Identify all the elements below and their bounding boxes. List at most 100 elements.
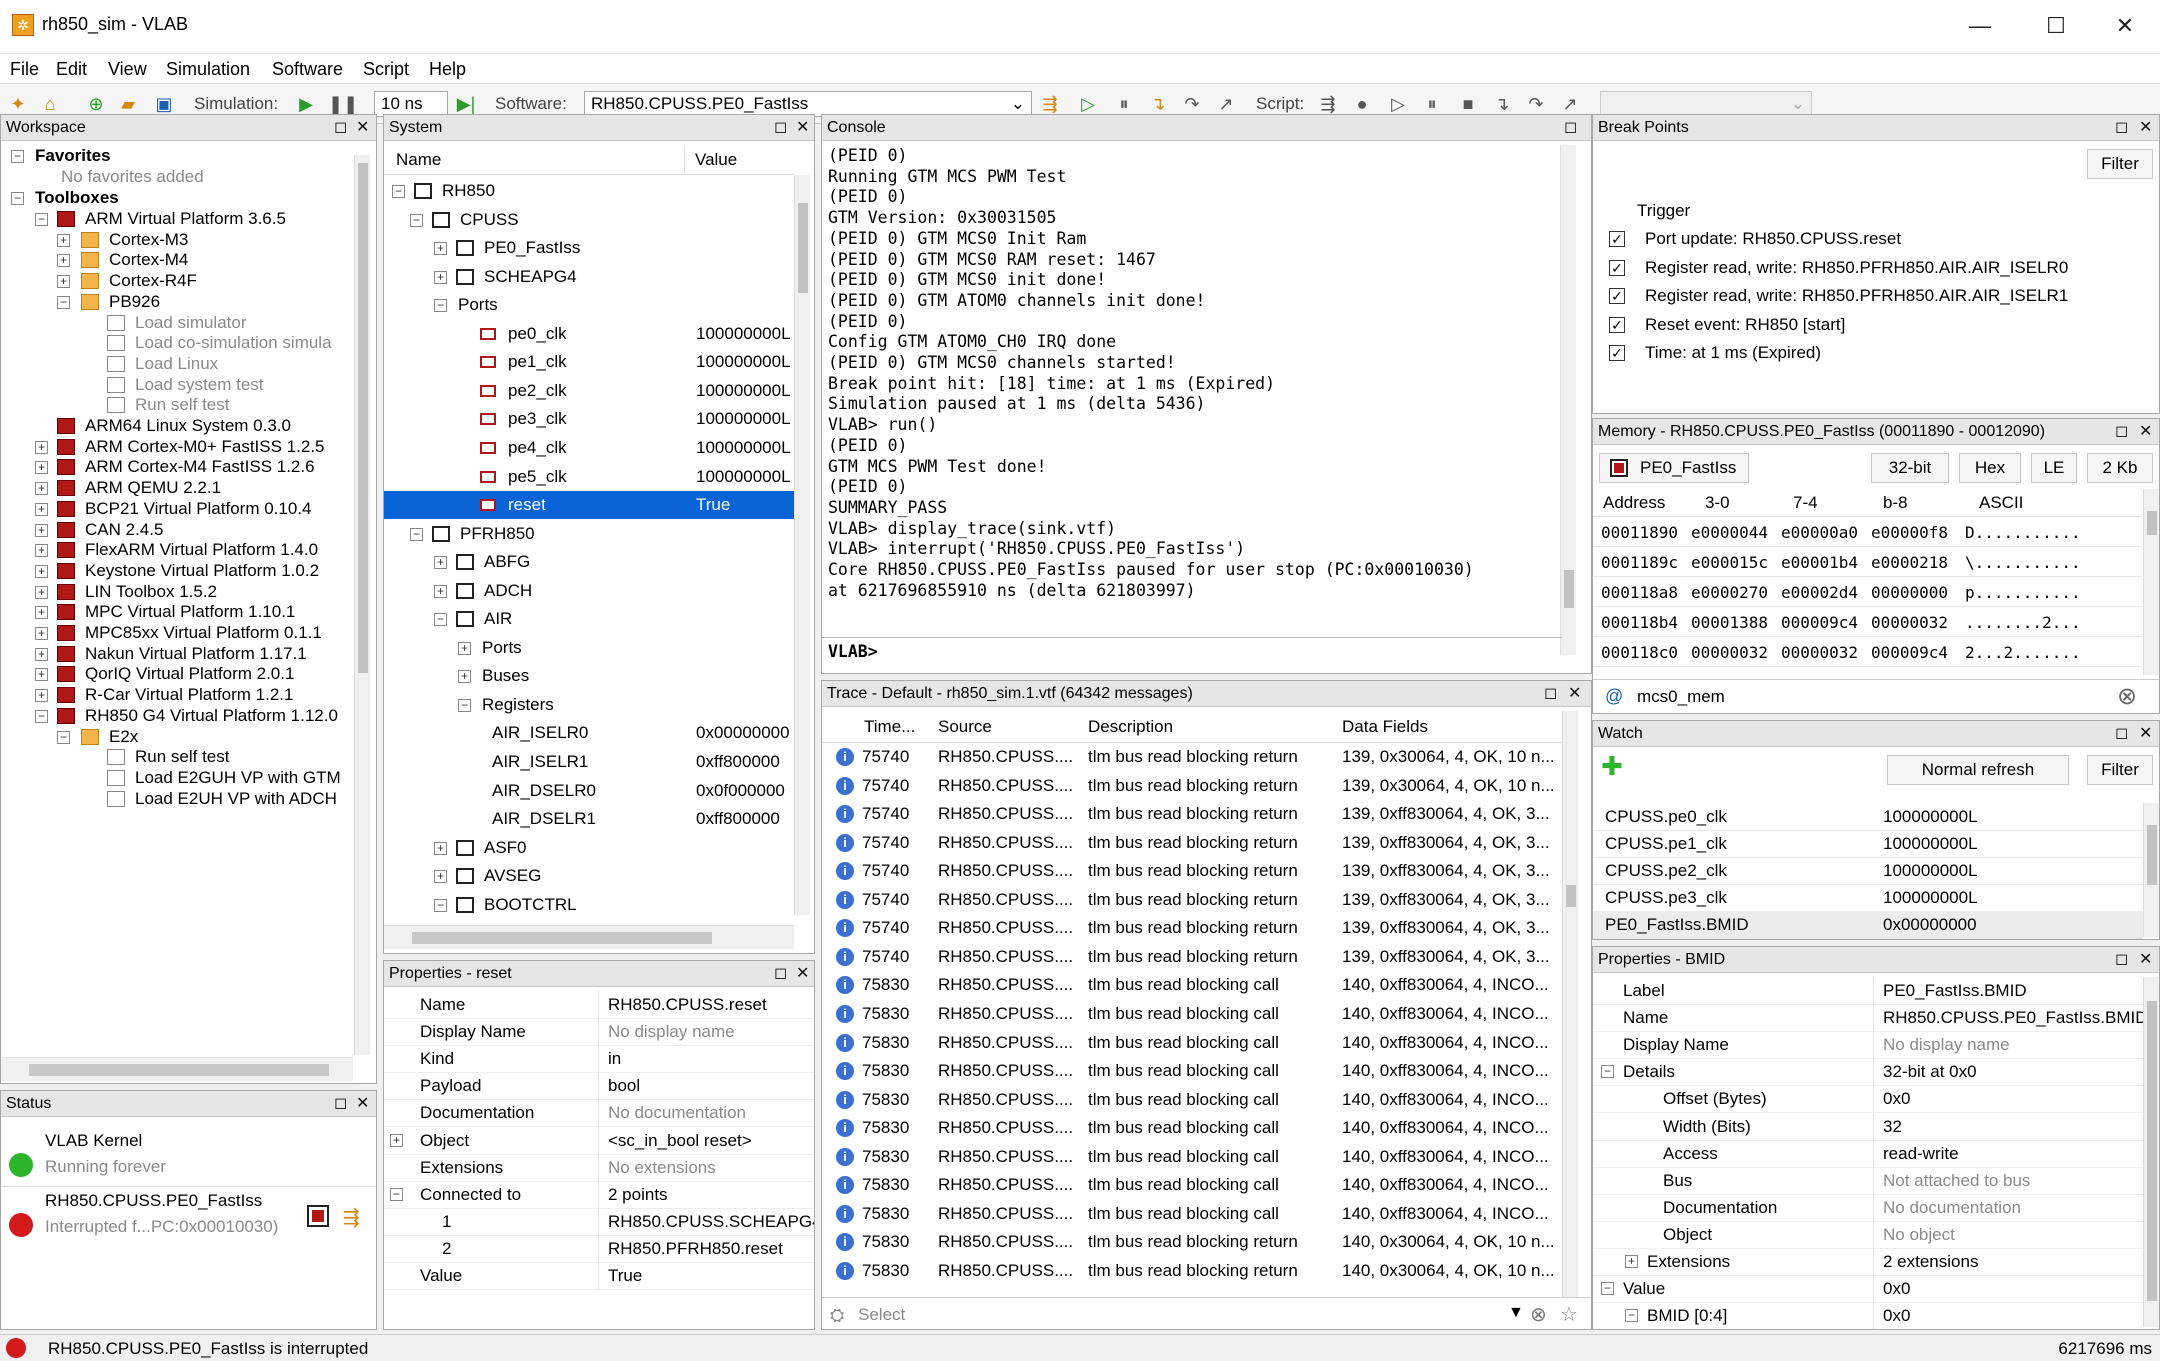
expand-toggle-icon[interactable]: + [434, 870, 447, 884]
expand-toggle-icon[interactable]: + [35, 461, 48, 475]
star-icon[interactable]: ☆ [1560, 1302, 1578, 1327]
restore-icon[interactable]: ◻ [1544, 681, 1557, 707]
breakpoint-checkbox[interactable]: ✓ [1609, 345, 1625, 361]
system-row-17[interactable]: + Buses [384, 662, 794, 690]
breakpoint-checkbox[interactable]: ✓ [1609, 231, 1625, 247]
memory-width-button[interactable]: 32-bit [1871, 453, 1949, 483]
expand-toggle-icon[interactable]: + [35, 647, 48, 661]
memory-cell[interactable]: e0000044 [1691, 519, 1768, 546]
memory-search-input[interactable]: mcs0_mem [1637, 687, 1725, 707]
expand-toggle-icon[interactable]: + [434, 584, 447, 598]
menu-help[interactable]: Help [429, 59, 466, 80]
close-icon[interactable]: ✕ [2139, 115, 2152, 141]
pause-software-icon[interactable]: ⏸ [1112, 92, 1136, 116]
expand-toggle-icon[interactable]: − [434, 299, 447, 313]
restore-icon[interactable]: ◻ [2115, 947, 2128, 973]
expand-toggle-icon[interactable]: − [434, 898, 447, 912]
system-row-7[interactable]: pe2_clk 100000000L [384, 377, 794, 405]
expand-toggle-icon[interactable]: + [35, 544, 48, 558]
open-workspace-icon[interactable]: ⌂ [38, 92, 62, 116]
expand-toggle-icon[interactable]: − [1601, 1065, 1614, 1079]
expand-toggle-icon[interactable]: − [11, 192, 24, 205]
expand-toggle-icon[interactable]: + [458, 670, 471, 684]
expand-toggle-icon[interactable]: + [35, 606, 48, 620]
expand-toggle-icon[interactable]: + [57, 233, 70, 247]
trace-row[interactable]: i 75830 RH850.CPUSS.... tlm bus read blocki… [822, 1257, 1562, 1285]
system-row-4[interactable]: − Ports [384, 291, 794, 319]
memory-cell[interactable]: 00000032 [1691, 639, 1768, 666]
expand-toggle-icon[interactable]: + [35, 523, 48, 537]
clear-icon[interactable]: ⊗ [1530, 1302, 1547, 1327]
col-source[interactable]: Source [938, 717, 992, 737]
pause-simulation-icon[interactable]: ❚❚ [328, 92, 358, 116]
expand-toggle-icon[interactable]: + [434, 556, 447, 570]
trace-row[interactable]: i 75830 RH850.CPUSS.... tlm bus read blocki… [822, 1057, 1562, 1085]
restore-icon[interactable]: ◻ [2115, 721, 2128, 747]
expand-toggle-icon[interactable]: + [35, 440, 48, 454]
system-row-12[interactable]: − PFRH850 [384, 520, 794, 548]
run-script-icon[interactable]: ● [1350, 92, 1374, 116]
system-row-18[interactable]: − Registers [384, 691, 794, 719]
system-row-24[interactable]: + AVSEG [384, 862, 794, 890]
col-name[interactable]: Name [396, 150, 441, 170]
system-row-6[interactable]: pe1_clk 100000000L [384, 348, 794, 376]
trace-scrollbar[interactable] [1562, 711, 1578, 1297]
close-icon[interactable]: ✕ [2139, 947, 2152, 973]
system-row-1[interactable]: − CPUSS [384, 206, 794, 234]
close-icon[interactable]: ✕ [1568, 681, 1581, 707]
load-software-icon[interactable]: ⇶ [1038, 92, 1062, 116]
restore-icon[interactable]: ◻ [334, 1091, 347, 1117]
expand-toggle-icon[interactable]: − [392, 185, 405, 198]
expand-toggle-icon[interactable]: − [1625, 1309, 1638, 1323]
menu-edit[interactable]: Edit [56, 59, 87, 80]
memory-cell[interactable]: 00000032 [1871, 609, 1948, 636]
trace-row[interactable]: i 75830 RH850.CPUSS.... tlm bus read blocki… [822, 1228, 1562, 1256]
watch-scrollbar[interactable] [2143, 803, 2159, 937]
system-row-8[interactable]: pe3_clk 100000000L [384, 405, 794, 433]
expand-toggle-icon[interactable]: + [434, 242, 447, 256]
expand-toggle-icon[interactable]: + [35, 502, 48, 516]
system-row-9[interactable]: pe4_clk 100000000L [384, 434, 794, 462]
trace-row[interactable]: i 75740 RH850.CPUSS.... tlm bus read blocki… [822, 772, 1562, 800]
step-simulation-icon[interactable]: ▶| [454, 92, 478, 116]
minimize-button[interactable]: — [1960, 10, 2000, 42]
add-watch-icon[interactable]: ✚ [1601, 751, 1623, 782]
expand-toggle-icon[interactable]: + [57, 275, 70, 289]
memory-cell[interactable]: 000009c4 [1781, 609, 1858, 636]
close-icon[interactable]: ✕ [796, 961, 809, 987]
expand-toggle-icon[interactable]: + [57, 254, 70, 268]
memory-cell[interactable]: 00000032 [1781, 639, 1858, 666]
console-scrollbar[interactable] [1560, 145, 1576, 655]
run-software-icon[interactable]: ▷ [1076, 92, 1100, 116]
breakpoint-row[interactable]: ✓ Port update: RH850.CPUSS.reset [1593, 225, 2153, 253]
close-icon[interactable]: ✕ [796, 115, 809, 141]
memory-cell[interactable]: 00011890 [1601, 519, 1678, 546]
close-icon[interactable]: ✕ [2139, 419, 2152, 445]
trace-row[interactable]: i 75740 RH850.CPUSS.... tlm bus read blocki… [822, 743, 1562, 771]
trace-row[interactable]: i 75740 RH850.CPUSS.... tlm bus read blocki… [822, 857, 1562, 885]
script-step-out-icon[interactable]: ↗ [1558, 92, 1582, 116]
watch-row[interactable]: PE0_FastIss.BMID 0x00000000 [1593, 911, 2143, 939]
expand-toggle-icon[interactable]: − [57, 730, 70, 744]
close-icon[interactable]: ✕ [2139, 721, 2152, 747]
breakpoint-checkbox[interactable]: ✓ [1609, 316, 1625, 333]
menu-file[interactable]: File [10, 59, 39, 80]
expand-toggle-icon[interactable]: − [1601, 1282, 1614, 1296]
expand-toggle-icon[interactable]: − [410, 213, 423, 227]
system-row-22[interactable]: AIR_DSELR1 0xff800000 [384, 805, 794, 833]
restore-icon[interactable]: ◻ [1564, 115, 1577, 141]
breakpoint-checkbox[interactable]: ✓ [1609, 259, 1625, 276]
trace-row[interactable]: i 75830 RH850.CPUSS.... tlm bus read blocki… [822, 1029, 1562, 1057]
system-row-10[interactable]: pe5_clk 100000000L [384, 463, 794, 491]
trace-row[interactable]: i 75830 RH850.CPUSS.... tlm bus read blocki… [822, 1171, 1562, 1199]
step-into-icon[interactable]: ↴ [1146, 92, 1170, 116]
close-icon[interactable]: ✕ [356, 115, 369, 141]
system-row-3[interactable]: + SCHEAPG4 [384, 263, 794, 291]
col-description[interactable]: Description [1088, 717, 1173, 737]
memory-cell[interactable]: 00000000 [1871, 579, 1948, 606]
memory-cell[interactable]: 2...2....... [1965, 639, 2081, 666]
expand-toggle-icon[interactable]: + [35, 482, 48, 496]
system-row-2[interactable]: + PE0_FastIss [384, 234, 794, 262]
expand-toggle-icon[interactable]: + [1625, 1255, 1638, 1268]
step-script-icon[interactable]: ▷ [1386, 92, 1410, 116]
